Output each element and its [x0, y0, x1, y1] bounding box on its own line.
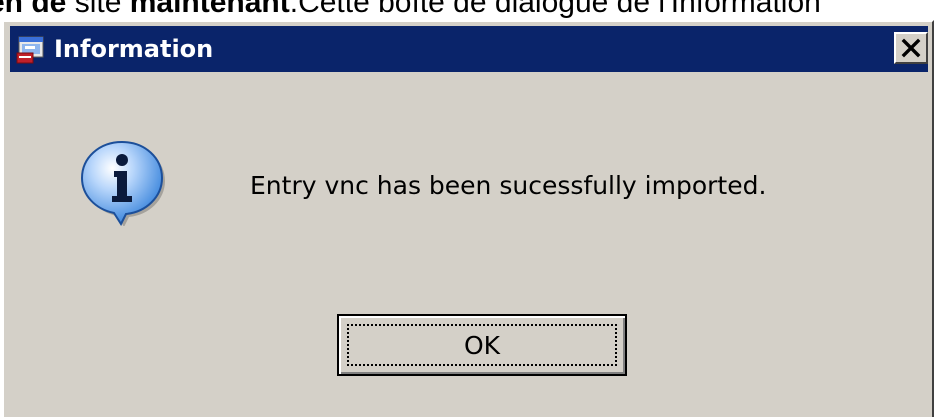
app-window-icon [16, 33, 48, 65]
ok-focus-rect: OK [347, 324, 617, 366]
background-document-text: en de site maintenant.Cette boîte de dia… [0, 0, 821, 20]
ok-button[interactable]: OK [337, 314, 627, 376]
close-icon [901, 38, 921, 58]
doc-text-bold-2: maintenant [129, 0, 290, 19]
doc-text-1: site [66, 0, 130, 19]
information-dialog: Information Entry vnc has been sucessful… [2, 20, 934, 417]
dialog-titlebar[interactable]: Information [10, 26, 928, 72]
dialog-message: Entry vnc has been sucessfully imported. [250, 171, 767, 200]
information-icon [76, 138, 168, 227]
doc-text-2: .Cette boîte de dialogue de l'Informatio… [289, 0, 821, 19]
ok-button-label: OK [463, 330, 501, 360]
doc-text-bold-1: en de [0, 0, 67, 19]
page: en de site maintenant.Cette boîte de dia… [0, 0, 936, 417]
close-button[interactable] [894, 32, 928, 64]
dialog-title: Information [54, 35, 214, 63]
